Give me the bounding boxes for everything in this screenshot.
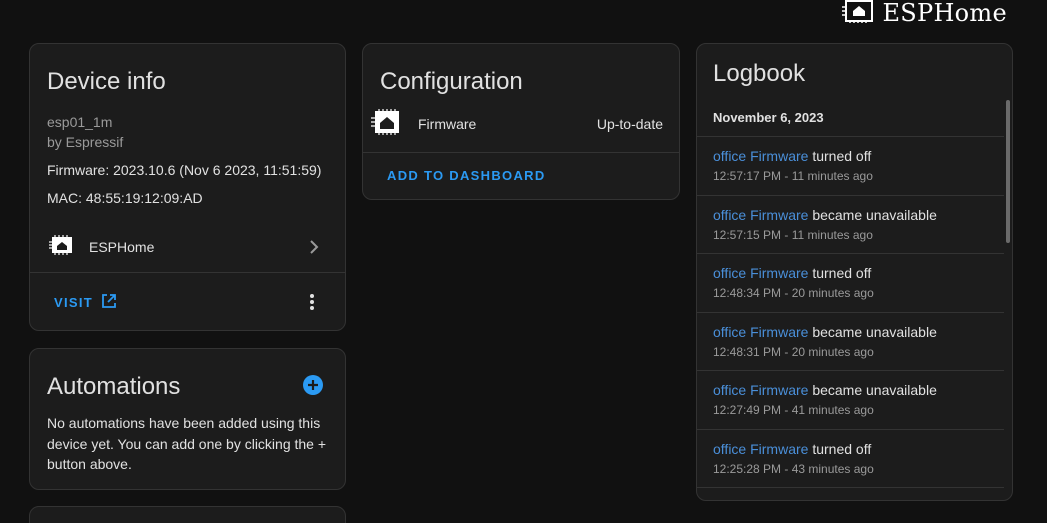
logbook-entity-link[interactable]: office Firmware (713, 441, 808, 457)
logbook-entry-time: 12:27:49 PM - 41 minutes ago (713, 403, 874, 417)
logbook-entry: office Firmware became unavailable 12:27:… (697, 370, 1004, 429)
visit-button[interactable]: VISIT (54, 293, 117, 312)
logbook-entry-message: office Firmware turned off (713, 441, 1004, 457)
device-info-title: Device info (47, 68, 166, 95)
device-firmware: Firmware: 2023.10.6 (Nov 6 2023, 11:51:5… (47, 162, 322, 178)
device-page: ESPHome Device info esp01_1m by Espressi… (0, 0, 1047, 523)
logbook-entry: office Firmware became unavailable (697, 487, 1004, 500)
integration-esphome-row[interactable]: ESPHome (30, 227, 345, 267)
logbook-entry-message: office Firmware became unavailable (713, 499, 1004, 500)
add-to-dashboard-label: ADD TO DASHBOARD (387, 168, 546, 183)
logbook-entry-action: turned off (808, 440, 872, 457)
esphome-logo-icon (842, 0, 876, 28)
firmware-entity-label: Firmware (418, 116, 477, 132)
logbook-entry: office Firmware turned off 12:25:28 PM - … (697, 428, 1004, 488)
device-card-divider (30, 272, 345, 273)
brand-title: ESPHome (882, 0, 1007, 27)
logbook-list[interactable]: office Firmware turned off 12:57:17 PM - … (697, 136, 1004, 500)
next-card (29, 506, 346, 523)
logbook-entity-link[interactable]: office Firmware (713, 382, 808, 398)
integration-label: ESPHome (89, 239, 155, 255)
logbook-entity-link[interactable]: office Firmware (713, 265, 808, 281)
logbook-entry: office Firmware became unavailable 12:57:… (697, 194, 1004, 254)
esphome-chip-icon (49, 234, 75, 260)
firmware-entity-state: Up-to-date (596, 116, 663, 132)
automations-empty-text: No automations have been added using thi… (47, 415, 327, 472)
logbook-entry-action: became unavailable (808, 323, 937, 340)
device-info-card: Device info esp01_1m by Espressif Firmwa… (29, 43, 346, 331)
configuration-title: Configuration (380, 68, 523, 95)
firmware-entity-row[interactable]: Firmware Up-to-date (363, 104, 679, 144)
logbook-entry: office Firmware turned off 12:48:34 PM - … (697, 253, 1004, 312)
logbook-entity-link[interactable]: office Firmware (713, 207, 808, 223)
device-manufacturer: by Espressif (47, 134, 124, 150)
logbook-scrollbar[interactable] (1006, 100, 1010, 243)
plus-circle-icon[interactable] (303, 375, 323, 400)
logbook-entry-action: turned off (808, 148, 872, 164)
logbook-entry: office Firmware became unavailable 12:48:… (697, 311, 1004, 371)
logbook-entry-message: office Firmware became unavailable (713, 382, 1004, 398)
logbook-entry-message: office Firmware became unavailable (713, 207, 1004, 223)
logbook-entry-action: became unavailable (808, 206, 937, 223)
logbook-entry-message: office Firmware turned off (713, 265, 1004, 281)
logbook-title: Logbook (713, 60, 806, 87)
logbook-card: Logbook November 6, 2023 office Firmware… (696, 43, 1013, 501)
device-model: esp01_1m (47, 114, 113, 130)
logbook-entry-action: became unavailable (808, 382, 937, 398)
chevron-right-icon (305, 238, 323, 261)
device-mac: MAC: 48:55:19:12:09:AD (47, 190, 203, 206)
logbook-entry-time: 12:48:31 PM - 20 minutes ago (713, 344, 874, 359)
logbook-entry-message: office Firmware became unavailable (713, 324, 1004, 340)
dots-vertical-icon[interactable] (309, 293, 315, 316)
logbook-entry-time: 12:57:15 PM - 11 minutes ago (713, 227, 873, 242)
visit-label: VISIT (54, 295, 94, 310)
logbook-entity-link[interactable]: office Firmware (713, 499, 808, 500)
header-brand: ESPHome (842, 0, 1007, 28)
logbook-entry-time: 12:25:28 PM - 43 minutes ago (713, 461, 874, 476)
automations-card: Automations No automations have been add… (29, 348, 346, 490)
logbook-entity-link[interactable]: office Firmware (713, 148, 808, 164)
logbook-entry-message: office Firmware turned off (713, 148, 1004, 164)
add-to-dashboard-button[interactable]: ADD TO DASHBOARD (387, 168, 546, 183)
logbook-entry: office Firmware turned off 12:57:17 PM - … (697, 136, 1004, 195)
configuration-divider (363, 152, 679, 153)
logbook-entry-action: turned off (808, 265, 872, 281)
logbook-entry-time: 12:48:34 PM - 20 minutes ago (713, 286, 874, 300)
logbook-entity-link[interactable]: office Firmware (713, 324, 808, 340)
logbook-entry-time: 12:57:17 PM - 11 minutes ago (713, 169, 873, 183)
firmware-chip-icon (371, 108, 403, 140)
logbook-date: November 6, 2023 (713, 110, 824, 125)
configuration-card: Configuration Firmware Up-to-date ADD TO… (362, 43, 680, 200)
automations-title: Automations (47, 373, 181, 400)
logbook-entry-action: became unavailable (808, 499, 937, 500)
open-in-new-icon (101, 293, 117, 312)
